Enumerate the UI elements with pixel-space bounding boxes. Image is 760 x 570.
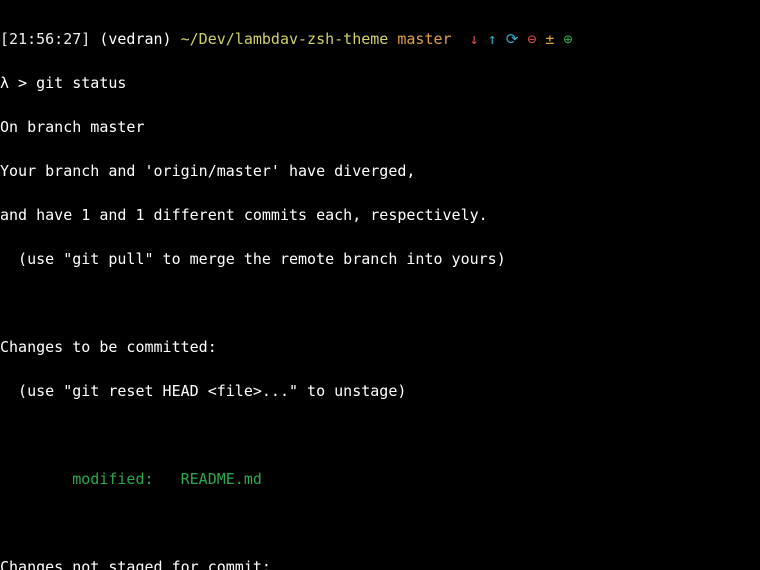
output-line: (use "git pull" to merge the remote bran… bbox=[0, 248, 760, 270]
prompt-sigil: λ > bbox=[0, 74, 36, 92]
output-line: (use "git reset HEAD <file>..." to unsta… bbox=[0, 380, 760, 402]
command-line[interactable]: λ > git status bbox=[0, 72, 760, 94]
section-header-staged: Changes to be committed: bbox=[0, 336, 760, 358]
prompt-branch: master bbox=[397, 30, 451, 48]
git-stash-icon: ⟳ bbox=[506, 30, 519, 48]
git-behind-icon: ↓ bbox=[470, 30, 479, 48]
section-header-unstaged: Changes not staged for commit: bbox=[0, 556, 760, 570]
prompt-user: (vedran) bbox=[99, 30, 171, 48]
output-line: Your branch and 'origin/master' have div… bbox=[0, 160, 760, 182]
git-changed-icon: ± bbox=[545, 30, 554, 48]
terminal-output[interactable]: [21:56:27] (vedran) ~/Dev/lambdav-zsh-th… bbox=[0, 0, 760, 570]
git-deleted-icon: ⊖ bbox=[527, 30, 536, 48]
command-text: git status bbox=[36, 74, 126, 92]
prompt-path: ~/Dev/lambdav-zsh-theme bbox=[181, 30, 389, 48]
git-ahead-icon: ↑ bbox=[488, 30, 497, 48]
output-line: On branch master bbox=[0, 116, 760, 138]
prompt-line: [21:56:27] (vedran) ~/Dev/lambdav-zsh-th… bbox=[0, 28, 760, 50]
git-added-icon: ⊕ bbox=[563, 30, 572, 48]
staged-file: modified: README.md bbox=[0, 468, 760, 490]
output-line: and have 1 and 1 different commits each,… bbox=[0, 204, 760, 226]
prompt-time: [21:56:27] bbox=[0, 30, 90, 48]
